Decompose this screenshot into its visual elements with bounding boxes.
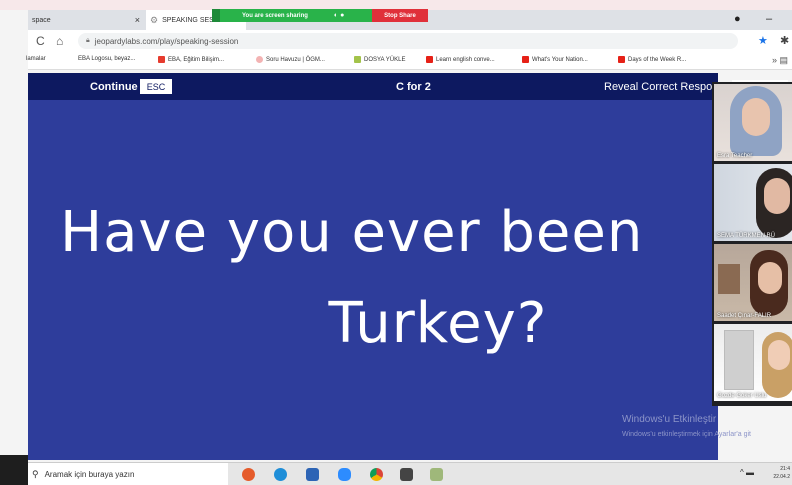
chrome-icon[interactable] bbox=[370, 468, 383, 481]
question-value: C for 2 bbox=[396, 81, 431, 93]
url-text: jeopardylabs.com/play/speaking-session bbox=[94, 36, 239, 46]
share-message: You are screen sharing bbox=[242, 12, 308, 19]
bookmark-item[interactable]: EBA Logosu, beyaz... bbox=[78, 56, 135, 62]
participant-name: Saadet Çınar-FALIR bbox=[717, 313, 772, 319]
search-placeholder: Aramak için buraya yazın bbox=[44, 470, 135, 479]
windows-taskbar: ⚲ Aramak için buraya yazın ^ ▬ 21:4 22.0… bbox=[28, 462, 792, 485]
participant-tile[interactable]: Gozde Goker Uslu bbox=[714, 324, 792, 401]
store-icon[interactable] bbox=[400, 468, 413, 481]
question-panel: Have you ever been Turkey? bbox=[28, 100, 718, 460]
stop-share-button[interactable]: Stop Share bbox=[372, 9, 428, 22]
bookmark-item[interactable]: Soru Havuzu | ÖGM... bbox=[256, 56, 325, 63]
esc-key-badge[interactable]: ESC bbox=[140, 79, 172, 94]
participant-name: Gozde Goker Uslu bbox=[717, 393, 767, 399]
bookmark-star-icon[interactable]: ★ bbox=[758, 34, 768, 47]
zoom-icon[interactable] bbox=[338, 468, 351, 481]
game-header: Continue ESC C for 2 Reveal Correct Resp… bbox=[28, 73, 718, 100]
profile-icon[interactable]: ● bbox=[734, 13, 741, 25]
participant-tile[interactable]: SEMA TÜRKMEN BÜ bbox=[714, 164, 792, 241]
settings-icon: ⚙ bbox=[150, 14, 159, 25]
continue-button[interactable]: Continue bbox=[90, 81, 138, 93]
bookmark-item[interactable]: Days of the Week R... bbox=[618, 56, 686, 63]
tab-label: space bbox=[32, 16, 51, 24]
youtube-icon bbox=[426, 56, 433, 63]
youtube-icon bbox=[522, 56, 529, 63]
participant-name: Esra Teacher bbox=[717, 153, 753, 159]
upload-icon bbox=[354, 56, 361, 63]
share-controls-icon[interactable]: ◐ ● bbox=[334, 12, 344, 19]
bookmark-item[interactable]: DOSYA YÜKLE bbox=[354, 56, 405, 63]
question-text-line-1: Have you ever been bbox=[60, 200, 644, 265]
url-field[interactable]: 🔒︎ jeopardylabs.com/play/speaking-sessio… bbox=[78, 33, 738, 49]
bookmark-item[interactable]: EBA, Eğitim Bilişim... bbox=[158, 56, 224, 63]
mail-icon[interactable] bbox=[306, 468, 319, 481]
eba-icon bbox=[158, 56, 165, 63]
screen: space × ⚙ SPEAKING SES ● – You are scree… bbox=[0, 0, 792, 485]
tab-space[interactable]: space × bbox=[28, 10, 146, 30]
minimize-icon[interactable]: – bbox=[766, 13, 772, 25]
tab-label: SPEAKING SES bbox=[162, 16, 214, 24]
youtube-icon bbox=[618, 56, 625, 63]
pause-icon[interactable] bbox=[212, 9, 220, 22]
close-icon[interactable]: × bbox=[135, 15, 140, 25]
desktop-edge bbox=[0, 455, 28, 485]
home-icon[interactable]: ⌂ bbox=[56, 34, 63, 48]
activation-watermark-title: Windows'u Etkinleştir bbox=[622, 414, 717, 425]
question-text-line-2: Turkey? bbox=[328, 291, 548, 356]
participant-tile[interactable]: Saadet Çınar-FALIR bbox=[714, 244, 792, 321]
activation-watermark-subtitle: Windows'u etkinleştirmek için Ayarlar'a … bbox=[622, 431, 751, 438]
globe-icon bbox=[256, 56, 263, 63]
participant-name: SEMA TÜRKMEN BÜ bbox=[717, 233, 775, 239]
lock-icon: 🔒︎ bbox=[86, 37, 90, 44]
bookmarks-bar: lamalar EBA Logosu, beyaz... EBA, Eğitim… bbox=[26, 52, 792, 70]
participant-video-strip: Esra Teacher SEMA TÜRKMEN BÜ Saadet Çına… bbox=[712, 82, 792, 406]
bookmark-item[interactable]: Learn english conve... bbox=[426, 56, 495, 63]
address-bar: C ⌂ 🔒︎ jeopardylabs.com/play/speaking-se… bbox=[28, 30, 792, 52]
reload-icon[interactable]: C bbox=[36, 34, 45, 48]
app-icon[interactable] bbox=[430, 468, 443, 481]
extensions-icon[interactable]: ✱ bbox=[780, 34, 789, 47]
taskbar-search[interactable]: ⚲ Aramak için buraya yazın bbox=[28, 463, 228, 485]
participant-tile[interactable]: Esra Teacher bbox=[714, 84, 792, 161]
system-tray-icons[interactable]: ^ ▬ bbox=[740, 468, 754, 477]
reveal-response-button[interactable]: Reveal Correct Respo bbox=[604, 81, 712, 93]
firefox-icon[interactable] bbox=[242, 468, 255, 481]
taskbar-clock[interactable]: 21:4 22.04.2 bbox=[766, 465, 790, 481]
reading-list-icon[interactable]: » ▤ bbox=[772, 55, 788, 66]
edge-icon[interactable] bbox=[274, 468, 287, 481]
screen-share-bar: You are screen sharing ◐ ● Stop Share bbox=[212, 9, 428, 22]
search-icon: ⚲ bbox=[32, 469, 39, 479]
bookmark-item[interactable]: What's Your Nation... bbox=[522, 56, 588, 63]
bookmark-item[interactable]: lamalar bbox=[26, 56, 46, 62]
